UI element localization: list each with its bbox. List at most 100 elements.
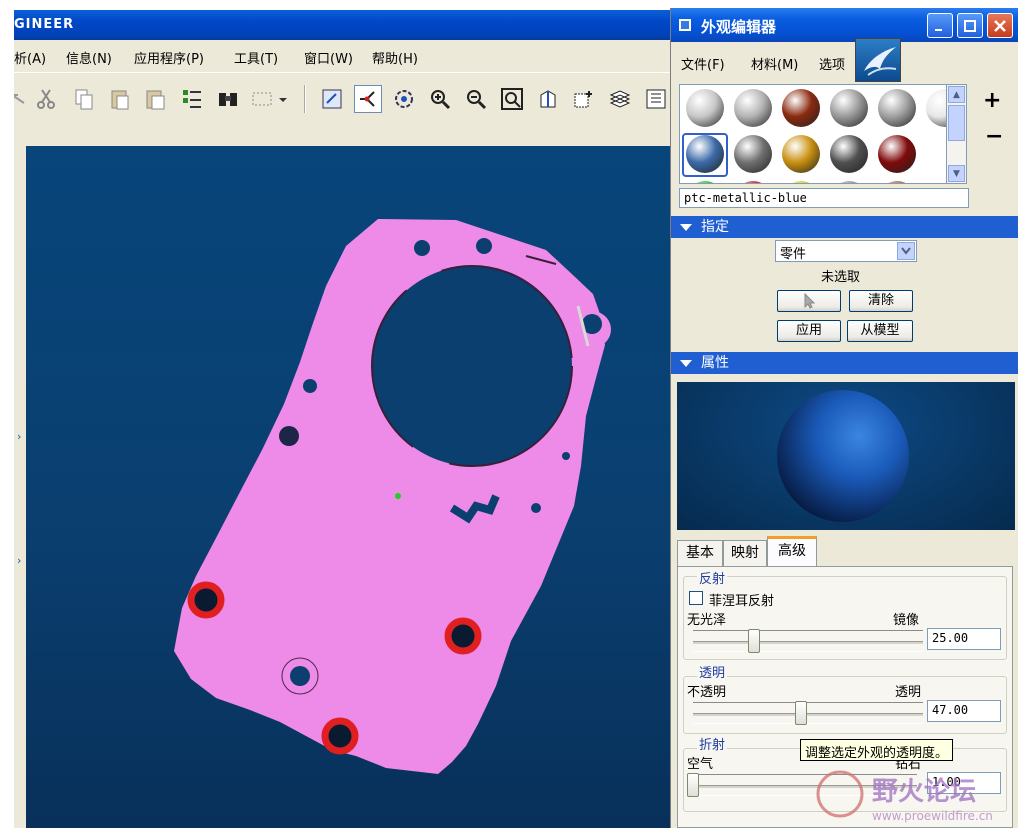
graphics-viewport[interactable] bbox=[26, 146, 670, 828]
window-app-icon bbox=[679, 19, 691, 31]
menu-analysis[interactable]: 析(A) bbox=[14, 48, 46, 67]
assign-object-select[interactable]: 零件 bbox=[775, 240, 917, 262]
apply-button[interactable]: 应用 bbox=[777, 320, 841, 342]
collapse-triangle-icon bbox=[680, 360, 692, 367]
part-body[interactable] bbox=[174, 219, 611, 774]
transparency-slider-thumb[interactable] bbox=[795, 701, 807, 725]
transparency-value-field[interactable]: 47.00 bbox=[927, 700, 1001, 722]
swatch-scrollbar[interactable]: ▲ ▼ bbox=[947, 84, 967, 184]
properties-section-header[interactable]: 属性 bbox=[671, 352, 1018, 374]
selected-hole[interactable] bbox=[187, 581, 225, 619]
appearance-swatch[interactable] bbox=[878, 89, 916, 127]
appearance-swatch[interactable] bbox=[734, 89, 772, 127]
close-icon bbox=[994, 19, 1006, 32]
tab-basic[interactable]: 基本 bbox=[677, 540, 723, 566]
paste-icon[interactable] bbox=[106, 85, 134, 113]
appearance-swatch[interactable] bbox=[830, 181, 868, 183]
copy-icon[interactable] bbox=[70, 85, 98, 113]
menu-applications[interactable]: 应用程序(P) bbox=[134, 48, 204, 67]
select-arrow-button[interactable] bbox=[777, 290, 841, 312]
reflection-value-field[interactable]: 25.00 bbox=[927, 628, 1001, 650]
editor-menu-file[interactable]: 文件(F) bbox=[681, 54, 725, 73]
reflection-slider-thumb[interactable] bbox=[748, 629, 760, 653]
appearance-swatch[interactable] bbox=[782, 135, 820, 173]
sash-arrow-icon[interactable]: › bbox=[17, 430, 21, 443]
reflection-slider[interactable] bbox=[693, 629, 923, 653]
appearance-swatch[interactable] bbox=[830, 89, 868, 127]
cut-icon[interactable] bbox=[32, 85, 60, 113]
view-manager-icon[interactable] bbox=[534, 85, 562, 113]
repaint-icon[interactable] bbox=[318, 85, 346, 113]
transparency-tooltip: 调整选定外观的透明度。 bbox=[800, 739, 954, 761]
from-model-button[interactable]: 从模型 bbox=[847, 320, 913, 342]
appearance-swatch[interactable] bbox=[734, 135, 772, 173]
selected-hole[interactable] bbox=[444, 617, 482, 655]
refit-icon[interactable] bbox=[498, 85, 526, 113]
appearance-swatch[interactable] bbox=[782, 181, 820, 183]
appearance-swatch[interactable] bbox=[686, 181, 724, 183]
find-icon[interactable] bbox=[214, 85, 242, 113]
editor-menu-material[interactable]: 材料(M) bbox=[751, 54, 798, 73]
appearance-swatch[interactable] bbox=[830, 135, 868, 173]
datum-point-marker bbox=[395, 493, 401, 499]
paste-special-icon[interactable] bbox=[142, 85, 170, 113]
remove-appearance-button[interactable]: − bbox=[985, 124, 1003, 149]
zoom-out-icon[interactable] bbox=[462, 85, 490, 113]
model-tree-icon[interactable] bbox=[642, 85, 670, 113]
appearance-editor-dialog: 外观编辑器 文件(F) 材料(M) 选项 ▲ ▼ + − ptc-metalli… bbox=[670, 8, 1018, 828]
fresnel-label: 菲涅耳反射 bbox=[709, 594, 775, 609]
main-menubar: 析(A) 信息(N) 应用程序(P) 工具(T) 窗口(W) 帮助(H) bbox=[14, 44, 670, 70]
forum-watermark: 野火论坛 www.proewildfire.cn bbox=[810, 766, 1018, 828]
chevron-down-icon[interactable] bbox=[897, 242, 915, 260]
selected-hole[interactable] bbox=[321, 717, 359, 755]
close-button[interactable] bbox=[987, 13, 1013, 38]
saved-views-icon[interactable] bbox=[570, 85, 598, 113]
main-toolbar bbox=[14, 72, 670, 134]
select-box-icon[interactable] bbox=[248, 85, 276, 113]
appearance-swatch[interactable] bbox=[878, 135, 916, 173]
spin-center-icon[interactable] bbox=[354, 85, 382, 113]
appearance-swatch[interactable] bbox=[686, 89, 724, 127]
part-model[interactable] bbox=[26, 146, 670, 828]
tab-map[interactable]: 映射 bbox=[723, 540, 767, 566]
main-titlebar[interactable]: GINEER bbox=[14, 10, 670, 40]
scrollbar-thumb[interactable] bbox=[948, 105, 965, 141]
menu-tools[interactable]: 工具(T) bbox=[234, 48, 278, 67]
minimize-button[interactable] bbox=[927, 13, 953, 38]
scroll-down-icon[interactable]: ▼ bbox=[948, 165, 965, 182]
transparency-slider[interactable] bbox=[693, 701, 923, 725]
menu-info[interactable]: 信息(N) bbox=[66, 48, 112, 67]
clear-button[interactable]: 清除 bbox=[849, 290, 913, 312]
appearance-name-field[interactable]: ptc-metallic-blue bbox=[679, 188, 969, 208]
regenerate-icon[interactable] bbox=[178, 85, 206, 113]
minimize-icon bbox=[935, 28, 942, 31]
add-appearance-button[interactable]: + bbox=[983, 88, 1001, 113]
watermark-url: www.proewildfire.cn bbox=[872, 809, 993, 823]
editor-menubar: 文件(F) 材料(M) 选项 bbox=[671, 44, 1018, 78]
menu-window[interactable]: 窗口(W) bbox=[304, 48, 353, 67]
layers-icon[interactable] bbox=[606, 85, 634, 113]
refraction-slider-thumb[interactable] bbox=[687, 773, 699, 797]
dropdown-arrow-icon[interactable] bbox=[276, 85, 290, 113]
appearance-swatch[interactable] bbox=[926, 89, 946, 127]
appearance-swatch-gallery[interactable] bbox=[679, 84, 947, 184]
orient-icon[interactable] bbox=[390, 85, 418, 113]
menu-help[interactable]: 帮助(H) bbox=[372, 48, 418, 67]
tab-advanced[interactable]: 高级 bbox=[767, 536, 817, 567]
appearance-swatch[interactable] bbox=[734, 181, 772, 183]
refraction-group-title: 折射 bbox=[697, 734, 728, 753]
maximize-button[interactable] bbox=[957, 13, 983, 38]
reflection-group-title: 反射 bbox=[697, 568, 728, 587]
appearance-swatch[interactable] bbox=[782, 89, 820, 127]
watermark-graphic: 野火论坛 www.proewildfire.cn bbox=[816, 770, 993, 823]
editor-titlebar[interactable]: 外观编辑器 bbox=[671, 8, 1018, 42]
fresnel-checkbox[interactable] bbox=[689, 591, 703, 605]
appearance-swatch[interactable] bbox=[878, 181, 916, 183]
sash-arrow-icon[interactable]: › bbox=[17, 554, 21, 567]
scroll-up-icon[interactable]: ▲ bbox=[948, 86, 965, 103]
assign-section-header[interactable]: 指定 bbox=[671, 216, 1018, 238]
editor-menu-options[interactable]: 选项 bbox=[819, 54, 845, 73]
zoom-in-icon[interactable] bbox=[426, 85, 454, 113]
collapse-triangle-icon bbox=[680, 224, 692, 231]
undo-arrow-icon[interactable] bbox=[14, 85, 30, 113]
